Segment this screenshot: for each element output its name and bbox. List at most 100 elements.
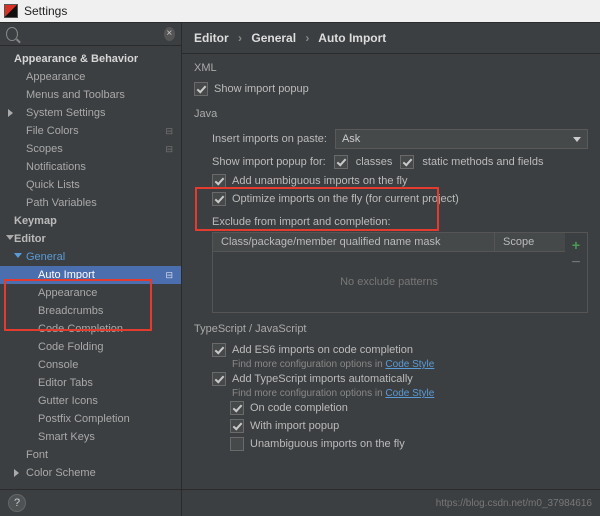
table-tools: + − <box>565 233 587 312</box>
ts-auto-row: Add TypeScript imports automatically <box>212 370 588 388</box>
code-style-link[interactable]: Code Style <box>385 388 434 399</box>
footer: ? https://blog.csdn.net/m0_37984616 <box>0 489 600 516</box>
section-java: Java Insert imports on paste: Ask Show i… <box>194 108 588 313</box>
tree-item-code-completion[interactable]: Code Completion <box>0 320 181 338</box>
checkbox-on-cc[interactable] <box>230 401 244 415</box>
tree-item-auto-import[interactable]: Auto Import⊟ <box>0 266 181 284</box>
tree-item-scopes[interactable]: Scopes⊟ <box>0 140 181 158</box>
tree-section-appearance[interactable]: Appearance & Behavior <box>0 50 181 68</box>
tree-item-quick-lists[interactable]: Quick Lists <box>0 176 181 194</box>
checkbox-label: classes <box>356 156 393 168</box>
table-empty: No exclude patterns <box>213 252 565 312</box>
col-mask: Class/package/member qualified name mask <box>213 233 495 251</box>
insert-label: Insert imports on paste: <box>212 133 327 145</box>
unamb-row: Unambiguous imports on the fly <box>230 435 588 453</box>
table-header: Class/package/member qualified name mask… <box>213 233 565 252</box>
tree-item-postfix[interactable]: Postfix Completion <box>0 410 181 428</box>
hint-es6: Find more configuration options in Code … <box>232 359 588 370</box>
crumb-sep: › <box>238 31 242 45</box>
tree-item-console[interactable]: Console <box>0 356 181 374</box>
tree-item-file-colors[interactable]: File Colors⊟ <box>0 122 181 140</box>
section-label-xml: XML <box>194 62 588 74</box>
checkbox-static[interactable] <box>400 155 414 169</box>
insert-on-paste-row: Insert imports on paste: Ask <box>212 126 588 152</box>
remove-icon[interactable]: − <box>571 259 580 267</box>
chevron-down-icon <box>6 235 14 240</box>
optimize-row: Optimize imports on the fly (for current… <box>212 190 588 208</box>
es6-row: Add ES6 imports on code completion <box>212 341 588 359</box>
clear-search-icon[interactable]: × <box>164 27 175 41</box>
insert-on-paste-combo[interactable]: Ask <box>335 129 588 149</box>
tree-section-editor[interactable]: Editor <box>0 230 181 248</box>
crumb-auto-import: Auto Import <box>318 31 386 45</box>
checkbox-add-unambiguous[interactable] <box>212 174 226 188</box>
checkbox-es6[interactable] <box>212 343 226 357</box>
tree-item-notifications[interactable]: Notifications <box>0 158 181 176</box>
checkbox-label: static methods and fields <box>422 156 543 168</box>
watermark: https://blog.csdn.net/m0_37984616 <box>436 498 592 509</box>
help-button[interactable]: ? <box>8 494 26 512</box>
overridable-icon: ⊟ <box>165 144 173 155</box>
checkbox-unambiguous-ts[interactable] <box>230 437 244 451</box>
checkbox-with-popup[interactable] <box>230 419 244 433</box>
checkbox-label: Add ES6 imports on code completion <box>232 344 413 356</box>
tree-item-general[interactable]: General <box>0 248 181 266</box>
tree-item-gutter-icons[interactable]: Gutter Icons <box>0 392 181 410</box>
on-cc-row: On code completion <box>230 399 588 417</box>
checkbox-classes[interactable] <box>334 155 348 169</box>
checkbox-label: Optimize imports on the fly (for current… <box>232 193 459 205</box>
title-bar: Settings <box>0 0 600 22</box>
overridable-icon: ⊟ <box>165 270 173 281</box>
add-unambiguous-row: Add unambiguous imports on the fly <box>212 172 588 190</box>
popup-for-row: Show import popup for: classes static me… <box>212 152 588 172</box>
crumb-general[interactable]: General <box>251 31 296 45</box>
checkbox-label: Add TypeScript imports automatically <box>232 373 413 385</box>
tree-item-path-vars[interactable]: Path Variables <box>0 194 181 212</box>
checkbox-label: Show import popup <box>214 83 309 95</box>
exclude-table: Class/package/member qualified name mask… <box>212 232 588 313</box>
col-scope: Scope <box>495 233 565 251</box>
checkbox-label: On code completion <box>250 402 348 414</box>
sidebar: × Appearance & Behavior Appearance Menus… <box>0 23 182 516</box>
app-icon <box>4 4 18 18</box>
checkbox-ts-auto[interactable] <box>212 372 226 386</box>
settings-tree: Appearance & Behavior Appearance Menus a… <box>0 46 181 486</box>
content-area: Editor › General › Auto Import XML Show … <box>182 23 600 516</box>
popup-label: Show import popup for: <box>212 156 326 168</box>
add-icon[interactable]: + <box>572 237 580 253</box>
with-popup-row: With import popup <box>230 417 588 435</box>
checkbox-optimize[interactable] <box>212 192 226 206</box>
checkbox-label: Add unambiguous imports on the fly <box>232 175 408 187</box>
tree-item-font[interactable]: Font <box>0 446 181 464</box>
checkbox-xml-show-popup[interactable] <box>194 82 208 96</box>
section-label-java: Java <box>194 108 588 120</box>
chevron-down-icon <box>573 137 581 142</box>
tree-item-system-settings[interactable]: System Settings <box>0 104 181 122</box>
chevron-down-icon <box>14 253 22 258</box>
exclude-label: Exclude from import and completion: <box>212 216 588 228</box>
checkbox-label: Unambiguous imports on the fly <box>250 438 405 450</box>
tree-item-appearance2[interactable]: Appearance <box>0 284 181 302</box>
tree-item-breadcrumbs[interactable]: Breadcrumbs <box>0 302 181 320</box>
tree-item-menus[interactable]: Menus and Toolbars <box>0 86 181 104</box>
tree-section-keymap[interactable]: Keymap <box>0 212 181 230</box>
tree-item-color-scheme[interactable]: Color Scheme <box>0 464 181 482</box>
window-title: Settings <box>24 4 67 18</box>
hint-ts: Find more configuration options in Code … <box>232 388 588 399</box>
chevron-right-icon <box>14 469 19 477</box>
main-area: × Appearance & Behavior Appearance Menus… <box>0 22 600 516</box>
breadcrumb: Editor › General › Auto Import <box>182 23 600 54</box>
crumb-editor[interactable]: Editor <box>194 31 229 45</box>
tree-item-editor-tabs[interactable]: Editor Tabs <box>0 374 181 392</box>
tree-item-smart-keys[interactable]: Smart Keys <box>0 428 181 446</box>
combo-value: Ask <box>342 133 360 145</box>
tree-item-appearance[interactable]: Appearance <box>0 68 181 86</box>
search-row: × <box>0 23 181 46</box>
checkbox-label: With import popup <box>250 420 339 432</box>
chevron-right-icon <box>8 109 13 117</box>
search-input[interactable] <box>22 28 164 40</box>
search-icon <box>6 27 18 41</box>
section-xml: XML Show import popup <box>194 62 588 98</box>
tree-item-code-folding[interactable]: Code Folding <box>0 338 181 356</box>
code-style-link[interactable]: Code Style <box>385 359 434 370</box>
